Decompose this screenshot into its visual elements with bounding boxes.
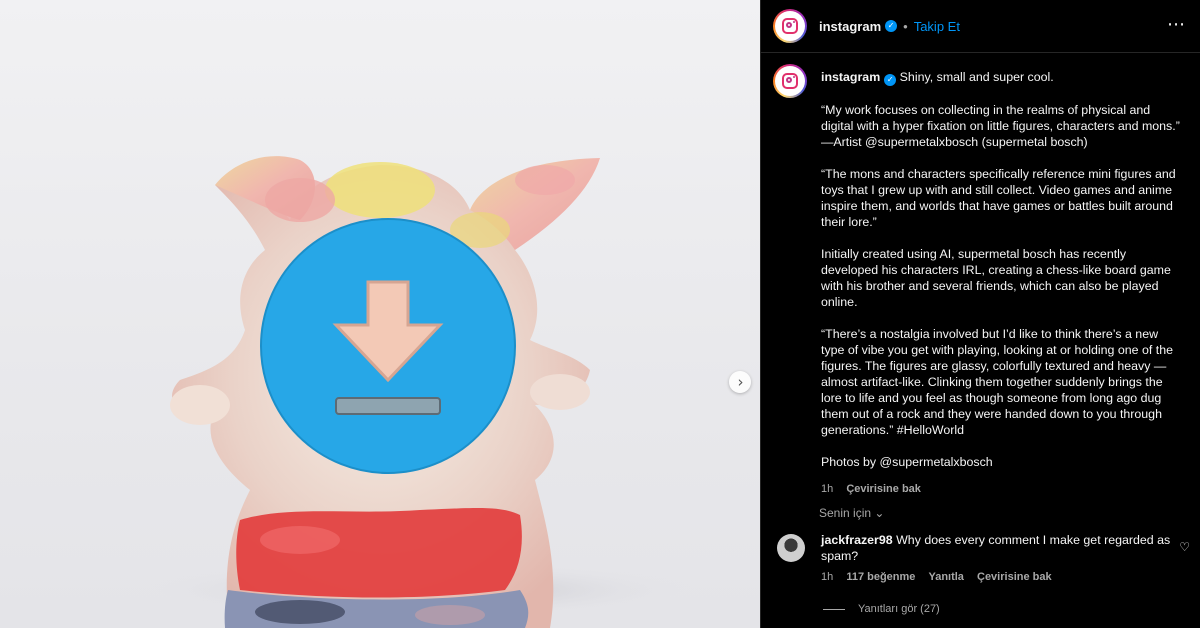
comment-meta: 1h 117 beğenme Yanıtla Çevirisine bak (821, 571, 1187, 583)
chevron-right-icon: › (737, 372, 744, 391)
caption-paragraph: “There’s a nostalgia involved but I’d li… (821, 327, 1173, 437)
caption-username[interactable]: instagram (821, 70, 880, 84)
reply-button[interactable]: Yanıtla (928, 571, 963, 583)
separator-dot: • (903, 18, 908, 34)
comment-time: 1h (821, 571, 834, 583)
author-username[interactable]: instagram (819, 19, 881, 34)
next-media-button[interactable]: › (729, 371, 751, 393)
view-replies-label: Yanıtları gör (27) (858, 603, 940, 615)
caption-paragraph: Initially created using AI, supermetal b… (821, 247, 1171, 309)
caption-time: 1h (821, 483, 834, 495)
instagram-logo-icon (782, 73, 798, 89)
instagram-logo-icon (782, 18, 798, 34)
comment-likes[interactable]: 117 beğenme (846, 571, 915, 583)
caption: instagram ✓ Shiny, small and super cool. … (773, 64, 1183, 497)
comments-filter-dropdown[interactable]: Senin için ⌄ (819, 506, 884, 520)
more-options-icon[interactable]: ⋯ (1167, 14, 1186, 35)
view-replies-button[interactable]: Yanıtları gör (27) (823, 603, 940, 615)
verified-badge-icon: ✓ (884, 74, 897, 86)
comment-item: jackfrazer98 Why does every comment I ma… (777, 532, 1190, 583)
avatar[interactable] (773, 9, 807, 43)
filter-label: Senin için (819, 506, 872, 520)
chevron-down-icon: ⌄ (874, 506, 885, 520)
caption-translate-link[interactable]: Çevirisine bak (846, 483, 921, 495)
caption-paragraph: Photos by @supermetalxbosch (821, 455, 993, 469)
commenter-avatar[interactable] (777, 534, 805, 562)
caption-meta: 1h Çevirisine bak (821, 481, 1183, 497)
post-details-panel: instagram ✓ • Takip Et ⋯ instagram ✓ Shin… (760, 0, 1200, 628)
figure-photo (140, 156, 700, 628)
post-header: instagram ✓ • Takip Et ⋯ (761, 0, 1200, 53)
comment-translate-link[interactable]: Çevirisine bak (977, 571, 1052, 583)
verified-badge-icon: ✓ (885, 20, 898, 32)
caption-avatar[interactable] (773, 64, 807, 98)
replies-divider (823, 608, 845, 610)
follow-button[interactable]: Takip Et (914, 19, 960, 34)
heart-icon[interactable]: ♡ (1179, 540, 1190, 554)
caption-paragraph: “The mons and characters specifically re… (821, 167, 1176, 229)
post-media[interactable]: › (0, 0, 760, 628)
caption-paragraph: “My work focuses on collecting in the re… (821, 103, 1180, 149)
commenter-username[interactable]: jackfrazer98 (821, 533, 893, 547)
caption-first-line: Shiny, small and super cool. (899, 70, 1054, 84)
